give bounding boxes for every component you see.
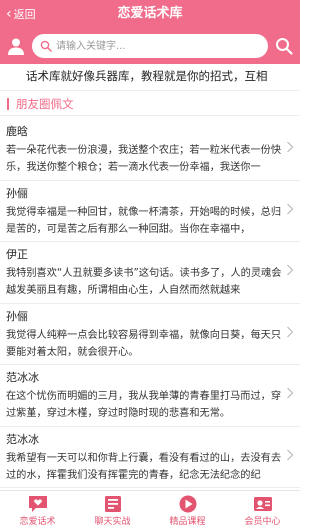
tab-premium-courses[interactable]: 精品课程	[150, 491, 225, 531]
top-bar: ‹ 返回 恋爱话术库	[0, 0, 300, 28]
chevron-right-icon	[287, 264, 294, 276]
search-icon	[40, 40, 52, 52]
item-author: 鹿晗	[6, 125, 28, 138]
list-item[interactable]: 范冰冰 在这个忧伤而明媚的三月，我从我单薄的青春里打马而过，穿过紫堇，穿过木槿，…	[0, 365, 300, 427]
tab-label: 精品课程	[169, 517, 206, 527]
item-text: 若一朵花代表一份浪漫，我送整个农庄；若一粒米代表一份快乐，我送你整个粮仓；若一滴…	[6, 145, 282, 173]
back-button-label: 返回	[13, 8, 36, 21]
member-icon	[253, 497, 272, 511]
item-text: 我觉得幸福是一种回甘，就像一杯清茶，开始喝的时候，总归是苦的，可是苦之后有那么一…	[6, 206, 282, 235]
item-author: 范冰冰	[6, 371, 39, 384]
user-icon[interactable]	[6, 36, 26, 56]
section-header: 朋友圈佩文	[0, 90, 300, 116]
section-title: 朋友圈佩文	[16, 97, 74, 111]
list-item[interactable]: 鹿晗 若一朵花代表一份浪漫，我送整个农庄；若一粒米代表一份快乐，我送你整个粮仓；…	[0, 119, 300, 181]
back-button[interactable]: ‹ 返回	[6, 0, 36, 28]
course-icon	[179, 495, 196, 513]
bottom-tab-bar: 恋爱话术 聊天实战 精品课程 会员中心	[0, 490, 300, 531]
book-icon	[104, 496, 121, 512]
list-item[interactable]: 范冰冰 我希望有一天可以和你背上行囊，看没有看过的山，去没有去过的水，挥霍我们没…	[0, 427, 300, 488]
chevron-right-icon	[287, 449, 294, 460]
item-author: 孙俪	[6, 309, 28, 323]
item-text: 我觉得人纯粹一点会比较容易得到幸福，就像向日葵，每天只要能对着太阳，就会很开心。	[6, 329, 282, 358]
chevron-right-icon	[287, 141, 294, 153]
tab-member-center[interactable]: 会员中心	[225, 491, 300, 531]
tab-label: 会员中心	[244, 517, 281, 527]
list-item[interactable]: 孙俪 我觉得人纯粹一点会比较容易得到幸福，就像向日葵，每天只要能对着太阳，就会很…	[0, 304, 300, 365]
search-input[interactable]	[32, 34, 268, 58]
chat-heart-icon	[28, 496, 47, 512]
section-accent-bar	[7, 98, 9, 110]
notice-marquee: 话术库就好像兵器库，教程就是你的招式，互相	[26, 69, 268, 83]
item-author: 孙俪	[6, 186, 28, 200]
tab-chat-scripts[interactable]: 恋爱话术	[0, 491, 75, 531]
chevron-right-icon	[287, 387, 294, 399]
tab-label: 恋爱话术	[19, 517, 56, 527]
chevron-right-icon	[287, 326, 294, 337]
item-text: 我特别喜欢“人丑就要多读书”这句话。读书多了，人的灵魂会越发美丽且有趣，所谓相由…	[6, 268, 282, 296]
page-title: 恋爱话术库	[117, 6, 183, 21]
list-item[interactable]: 伊正 我特别喜欢“人丑就要多读书”这句话。读书多了，人的灵魂会越发美丽且有趣，所…	[0, 242, 300, 304]
search-submit-icon[interactable]	[274, 36, 294, 56]
list-item[interactable]: 孙俪 我觉得幸福是一种回甘，就像一杯清茶，开始喝的时候，总归是苦的，可是苦之后有…	[0, 181, 300, 242]
tab-label: 聊天实战	[94, 517, 131, 527]
item-author: 范冰冰	[6, 432, 39, 446]
item-text: 我希望有一天可以和你背上行囊，看没有看过的山，去没有去过的水，挥霍我们没有挥霍完…	[6, 452, 282, 481]
phrase-list: 鹿晗 若一朵花代表一份浪漫，我送整个农庄；若一粒米代表一份快乐，我送你整个粮仓；…	[0, 119, 300, 488]
chevron-right-icon	[287, 203, 294, 214]
tab-chat-practice[interactable]: 聊天实战	[75, 491, 150, 531]
chevron-left-icon: ‹	[6, 6, 12, 22]
item-text: 在这个忧伤而明媚的三月，我从我单薄的青春里打马而过，穿过紫堇，穿过木槿，穿过时隐…	[6, 391, 282, 419]
item-author: 伊正	[6, 248, 28, 261]
search-bar	[0, 28, 300, 64]
